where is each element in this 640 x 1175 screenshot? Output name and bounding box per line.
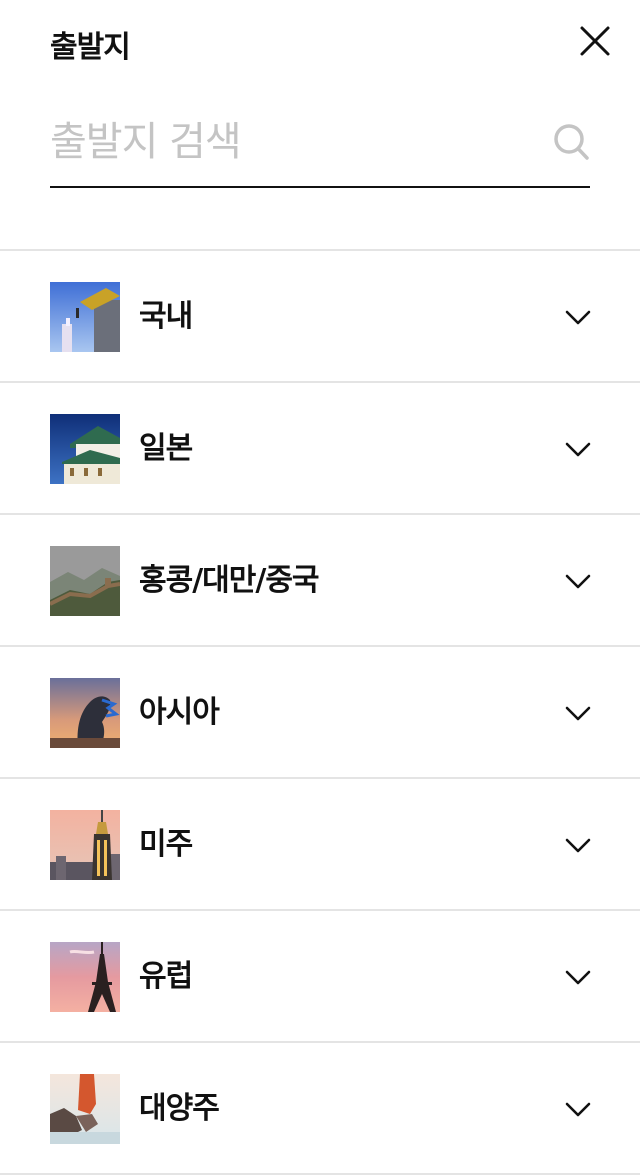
region-label: 유럽 bbox=[139, 959, 193, 994]
chevron-down-icon[interactable] bbox=[564, 835, 592, 855]
chevron-down-icon[interactable] bbox=[564, 307, 592, 327]
chevron-down-icon[interactable] bbox=[564, 703, 592, 723]
close-icon bbox=[580, 26, 610, 56]
region-item-europe[interactable]: 유럽 bbox=[0, 911, 640, 1043]
region-list: 국내 일본 홍콩/대만/중국 아시아 미주 유럽 대양주 bbox=[0, 249, 640, 1175]
region-item-hongkong-taiwan-china[interactable]: 홍콩/대만/중국 bbox=[0, 515, 640, 647]
region-item-domestic[interactable]: 국내 bbox=[0, 251, 640, 383]
region-label: 대양주 bbox=[139, 1091, 220, 1126]
region-label: 국내 bbox=[139, 299, 193, 334]
header: 출발지 bbox=[0, 0, 640, 84]
region-label: 미주 bbox=[139, 827, 193, 862]
region-thumbnail-oceania bbox=[50, 1074, 120, 1144]
chevron-down-icon[interactable] bbox=[564, 967, 592, 987]
region-item-japan[interactable]: 일본 bbox=[0, 383, 640, 515]
region-thumbnail-europe bbox=[50, 942, 120, 1012]
region-item-americas[interactable]: 미주 bbox=[0, 779, 640, 911]
close-button[interactable] bbox=[574, 20, 616, 62]
region-label: 일본 bbox=[139, 431, 193, 466]
region-thumbnail-domestic bbox=[50, 282, 120, 352]
region-thumbnail-americas bbox=[50, 810, 120, 880]
search-input[interactable] bbox=[50, 110, 530, 174]
region-item-asia[interactable]: 아시아 bbox=[0, 647, 640, 779]
region-label: 아시아 bbox=[139, 695, 220, 730]
chevron-down-icon[interactable] bbox=[564, 439, 592, 459]
chevron-down-icon[interactable] bbox=[564, 1099, 592, 1119]
search-icon bbox=[554, 124, 589, 160]
search-bar bbox=[50, 104, 590, 188]
search-button[interactable] bbox=[552, 122, 590, 162]
region-thumbnail-hongkong-taiwan-china bbox=[50, 546, 120, 616]
region-label: 홍콩/대만/중국 bbox=[139, 563, 320, 598]
region-thumbnail-asia bbox=[50, 678, 120, 748]
page-title: 출발지 bbox=[50, 30, 131, 65]
region-thumbnail-japan bbox=[50, 414, 120, 484]
region-item-oceania[interactable]: 대양주 bbox=[0, 1043, 640, 1175]
chevron-down-icon[interactable] bbox=[564, 571, 592, 591]
